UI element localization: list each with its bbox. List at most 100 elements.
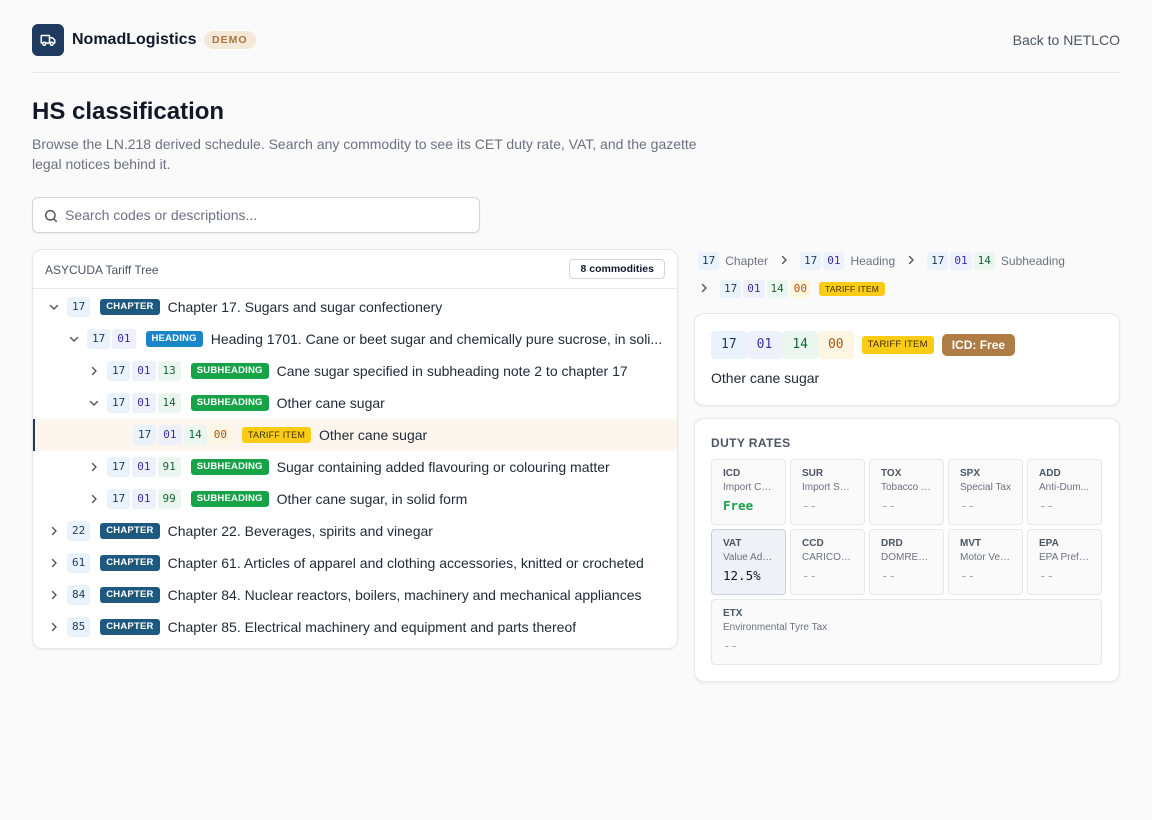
duty-code: MVT — [960, 538, 982, 549]
tree-row[interactable]: 17 01 91 SUBHEADING Sugar containing added f… — [33, 451, 677, 483]
breadcrumb-item[interactable]: 17 01 Heading — [799, 252, 895, 270]
tree-row[interactable]: 17 01 14 SUBHEADING Other cane sugar — [33, 387, 677, 419]
code-segment: 01 — [743, 280, 765, 298]
chevron-right-icon[interactable] — [87, 460, 101, 474]
duty-code: ICD — [723, 468, 741, 479]
code-segment: 22 — [67, 521, 91, 541]
duty-value: -- — [881, 568, 897, 583]
code-segment: 14 — [766, 280, 788, 298]
duty-value: -- — [802, 568, 818, 583]
code-segment: 17 — [799, 252, 822, 270]
chevron-right-icon[interactable] — [47, 556, 61, 570]
code-segment: 01 — [112, 329, 136, 349]
chevron-right-icon[interactable] — [87, 364, 101, 378]
search-input[interactable] — [65, 198, 465, 232]
commodity-count-badge: 8 commodities — [569, 259, 665, 279]
chevron-down-icon[interactable] — [47, 300, 61, 314]
tree-row-label: Other cane sugar — [276, 395, 385, 411]
tree-row[interactable]: 84 CHAPTER Chapter 84. Nuclear reactors, b… — [33, 579, 677, 611]
tree-row[interactable]: 17 CHAPTER Chapter 17. Sugars and sugar co… — [33, 291, 677, 323]
duty-value: -- — [960, 498, 976, 513]
level-badge: CHAPTER — [100, 587, 160, 603]
duty-code: VAT — [723, 538, 742, 549]
duty-rates-title: DUTY RATES — [711, 436, 791, 450]
code-segment: 17 — [107, 457, 131, 477]
code-segment: 17 — [927, 252, 949, 270]
duty-name: Environmental Tyre Tax — [723, 622, 828, 633]
tree-row-label: Cane sugar specified in subheading note … — [276, 363, 628, 379]
code-segment: 14 — [183, 425, 207, 445]
tree-row-label: Chapter 61. Articles of apparel and clot… — [167, 555, 644, 571]
chevron-right-icon — [778, 254, 790, 269]
tree-row[interactable]: 61 CHAPTER Chapter 61. Articles of apparel… — [33, 547, 677, 579]
duty-tile-add[interactable]: ADD Anti-Dum... -- — [1027, 459, 1102, 525]
truck-icon[interactable] — [32, 24, 64, 56]
code-segment: 17 — [107, 489, 131, 509]
tree-row[interactable]: 17 01 99 SUBHEADING Other cane sugar, in sol… — [33, 483, 677, 515]
duty-tile-drd[interactable]: DRD DOMREP ... -- — [869, 529, 944, 595]
level-badge: SUBHEADING — [190, 395, 269, 411]
tree-row[interactable]: 17 01 HEADING Heading 1701. Cane or beet su… — [33, 323, 677, 355]
code-segment: 01 — [950, 252, 972, 270]
chevron-down-icon[interactable] — [67, 332, 81, 346]
level-badge: SUBHEADING — [190, 363, 269, 379]
breadcrumb-item[interactable]: 17 Chapter — [698, 252, 768, 270]
code-segment: 00 — [789, 280, 811, 298]
tree-row-label: Chapter 84. Nuclear reactors, boilers, m… — [167, 587, 642, 603]
tree-header: ASYCUDA Tariff Tree 8 commodities — [33, 250, 677, 289]
duty-tile-etx[interactable]: ETX Environmental Tyre Tax -- — [711, 599, 1102, 665]
code-segment: 17 — [720, 280, 742, 298]
chevron-right-icon[interactable] — [47, 588, 61, 602]
code-segment: 84 — [67, 585, 91, 605]
tree-row[interactable]: 17 01 14 00 TARIFF ITEM Other cane sugar — [33, 419, 677, 451]
chevron-right-icon[interactable] — [47, 620, 61, 634]
level-badge: SUBHEADING — [190, 491, 269, 507]
duty-tile-vat[interactable]: VAT Value Add... 12.5% — [711, 529, 786, 595]
tree-row[interactable]: 17 01 13 SUBHEADING Cane sugar specified in … — [33, 355, 677, 387]
tree-row[interactable]: 22 CHAPTER Chapter 22. Beverages, spirits … — [33, 515, 677, 547]
search-box[interactable] — [32, 197, 480, 233]
breadcrumb-item[interactable]: 17 01 14 00 TARIFF ITEM — [720, 280, 893, 298]
duty-tile-spx[interactable]: SPX Special Tax -- — [948, 459, 1023, 525]
tree-row[interactable]: 85 CHAPTER Chapter 85. Electrical machiner… — [33, 611, 677, 643]
chevron-right-icon[interactable] — [87, 492, 101, 506]
demo-badge: DEMO — [204, 31, 256, 49]
brand-name[interactable]: NomadLogistics — [72, 31, 196, 49]
detail-description: Other cane sugar — [711, 370, 820, 386]
duty-code: EPA — [1039, 538, 1059, 549]
duty-name: DOMREP ... — [881, 552, 932, 563]
duty-name: Value Add... — [723, 552, 774, 563]
duty-tile-icd[interactable]: ICD Import Cu... Free — [711, 459, 786, 525]
chevron-right-icon[interactable] — [47, 524, 61, 538]
level-badge: TARIFF ITEM — [819, 282, 885, 296]
duty-tile-sur[interactable]: SUR Import Su... -- — [790, 459, 865, 525]
back-link[interactable]: Back to NETLCO — [1013, 32, 1120, 48]
duty-tile-ccd[interactable]: CCD CARICOM... -- — [790, 529, 865, 595]
tree-row-label: Heading 1701. Cane or beet sugar and che… — [210, 331, 663, 347]
duty-tile-tox[interactable]: TOX Tobacco T... -- — [869, 459, 944, 525]
duty-tile-epa[interactable]: EPA EPA Prefe... -- — [1027, 529, 1102, 595]
code-segment: 01 — [823, 252, 845, 270]
duty-value: -- — [802, 498, 818, 513]
duty-code: SPX — [960, 468, 981, 479]
breadcrumb-item[interactable]: 17 01 14 Subheading — [927, 252, 1065, 270]
code-segment: 01 — [132, 361, 156, 381]
chevron-down-icon[interactable] — [87, 396, 101, 410]
tree-row-label: Chapter 85. Electrical machinery and equ… — [167, 619, 577, 635]
duty-tile-mvt[interactable]: MVT Motor Veh... -- — [948, 529, 1023, 595]
duty-code: ETX — [723, 608, 743, 619]
code-segment: 14 — [157, 393, 181, 413]
duty-code: TOX — [881, 468, 902, 479]
tree-title: ASYCUDA Tariff Tree — [45, 263, 159, 277]
code-segment: 01 — [132, 457, 156, 477]
duty-value: -- — [960, 568, 976, 583]
code-segment: 00 — [208, 425, 232, 445]
duty-value: -- — [1039, 568, 1055, 583]
duty-code: SUR — [802, 468, 824, 479]
level-badge: CHAPTER — [100, 299, 160, 315]
code-segment: 01 — [132, 489, 156, 509]
code-segment: 61 — [67, 553, 91, 573]
duty-name: Import Cu... — [723, 482, 774, 493]
duty-code: CCD — [802, 538, 824, 549]
commodity-detail-card: 17 01 14 00 TARIFF ITEM ICD: Free Other cane … — [694, 313, 1120, 406]
